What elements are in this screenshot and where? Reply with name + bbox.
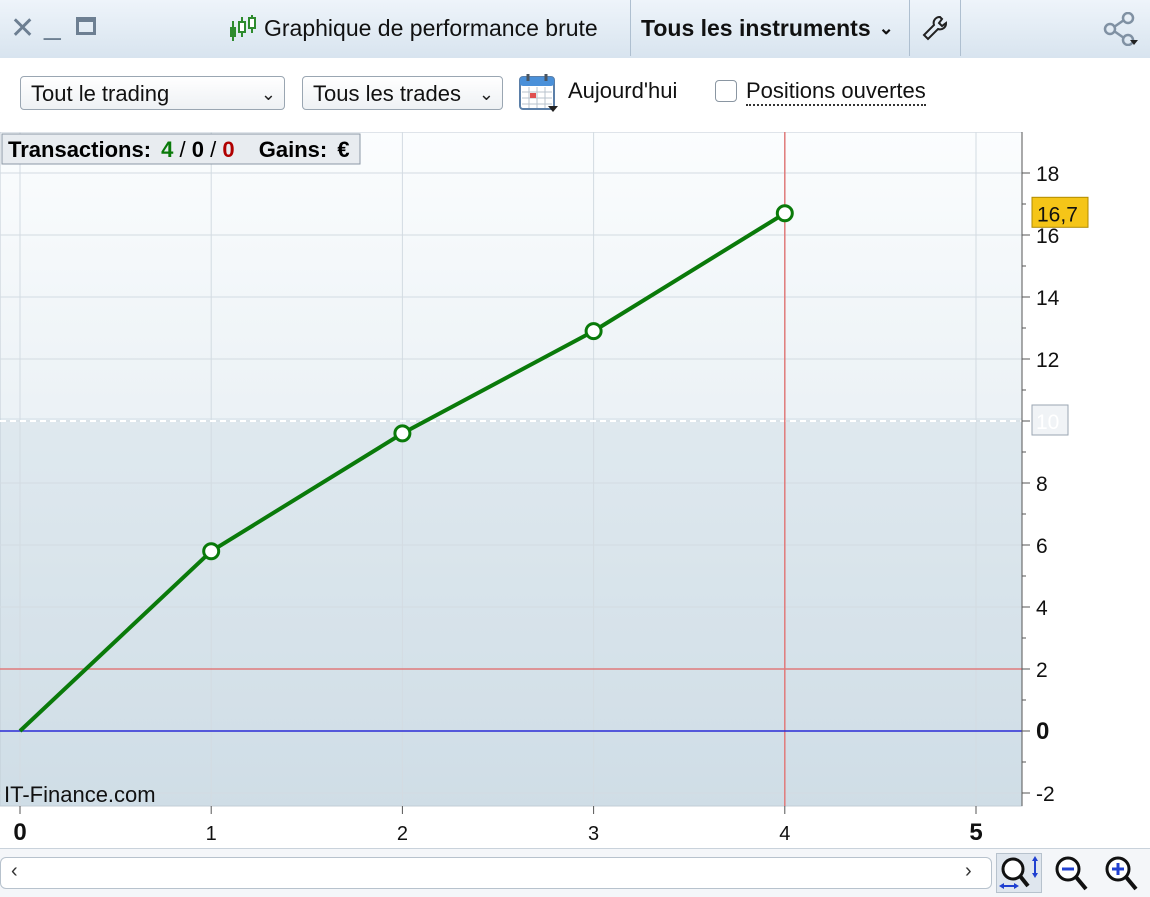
window-title-text: Graphique de performance brute — [264, 14, 598, 41]
trading-select-value: Tout le trading — [31, 81, 170, 106]
x-tick-label: 5 — [969, 819, 982, 846]
zoom-fit-button[interactable] — [996, 853, 1042, 893]
candlestick-icon — [230, 15, 256, 41]
data-point[interactable] — [584, 322, 603, 341]
close-icon[interactable]: ✕ — [10, 14, 35, 44]
filter-toolbar: Tout le trading ⌄ Tous les trades ⌄ Aujo… — [0, 58, 1150, 132]
share-icon[interactable] — [1102, 12, 1138, 46]
calendar-icon[interactable] — [518, 72, 560, 114]
y-tick-label: 18 — [1036, 163, 1059, 186]
y-tick-label: 0 — [1036, 718, 1049, 745]
window-title: Graphique de performance brute — [228, 0, 630, 56]
trades-select-value: Tous les trades — [313, 81, 461, 106]
x-tick-label: 0 — [13, 819, 26, 846]
trading-select[interactable]: Tout le trading ⌄ — [20, 76, 285, 110]
open-positions-checkbox[interactable] — [715, 80, 737, 102]
zoom-fit-icon — [999, 856, 1038, 889]
transactions-loss: 0 — [222, 137, 234, 162]
transactions-zero: 0 — [192, 137, 204, 162]
transactions-win: 4 — [161, 137, 174, 162]
instruments-dropdown[interactable]: Tous les instruments ⌄ — [630, 0, 910, 56]
chevron-down-icon: ⌄ — [478, 84, 494, 104]
minimize-icon[interactable]: _ — [44, 10, 61, 40]
date-label[interactable]: Aujourd'hui — [568, 78, 677, 104]
transactions-sep: / — [180, 137, 192, 162]
y-tick-label: 16 — [1036, 225, 1059, 248]
transactions-label: Transactions: — [8, 137, 151, 162]
bottom-bar: ‹ › — [0, 848, 1150, 897]
y-tick-label: 4 — [1036, 597, 1048, 620]
zoom-in-icon[interactable] — [1102, 853, 1142, 893]
wrench-icon — [922, 16, 947, 41]
open-positions-label[interactable]: Positions ouvertes — [746, 78, 926, 106]
y-tick-label: 2 — [1036, 659, 1048, 682]
performance-chart[interactable]: 012345 1816141286420-21016,7 Transaction… — [0, 132, 1150, 848]
y-axis: 18 16 14 12 8 6 4 2 0 -2 10 16,7 — [1021, 132, 1089, 806]
svg-text:Transactions: 4 /: Transactions: 4 / 0 / 0 Gains: € — [8, 137, 350, 162]
reference-value-label: 10 — [1036, 411, 1059, 434]
maximize-icon[interactable] — [76, 17, 96, 35]
x-tick-label: 4 — [779, 823, 790, 845]
last-value-label: 16,7 — [1037, 203, 1078, 226]
data-point[interactable] — [393, 424, 412, 443]
x-tick-label: 3 — [588, 823, 599, 845]
title-bar: ✕ _ Graphique de performance brute Tous … — [0, 0, 1150, 59]
plot-lower-shade — [0, 418, 1022, 806]
scroll-left-icon[interactable]: ‹ — [11, 860, 18, 883]
data-point[interactable] — [202, 542, 221, 561]
y-tick-label: -2 — [1036, 783, 1055, 806]
gains-label: Gains: — [259, 137, 327, 162]
transactions-sep: / — [210, 137, 222, 162]
chevron-down-icon: ⌄ — [260, 84, 276, 104]
y-tick-label: 14 — [1036, 287, 1060, 310]
horizontal-scrollbar[interactable]: ‹ › — [0, 857, 992, 889]
x-tick-label: 2 — [397, 823, 408, 845]
y-tick-label: 6 — [1036, 535, 1048, 558]
chevron-down-icon: ⌄ — [878, 17, 894, 38]
settings-button[interactable] — [910, 0, 961, 56]
trades-select[interactable]: Tous les trades ⌄ — [302, 76, 503, 110]
x-tick-label: 1 — [206, 823, 217, 845]
gains-value: € — [337, 137, 349, 162]
zoom-out-icon[interactable] — [1052, 853, 1092, 893]
instruments-label: Tous les instruments — [641, 14, 871, 41]
y-tick-label: 12 — [1036, 349, 1059, 372]
x-axis: 0 1 2 3 4 5 — [13, 806, 983, 846]
watermark: IT-Finance.com — [4, 782, 156, 807]
y-tick-label: 8 — [1036, 473, 1048, 496]
stats-box: Transactions: 4 / 0 / 0 Gains: € — [1, 133, 361, 165]
data-point[interactable] — [775, 204, 794, 223]
scroll-right-icon[interactable]: › — [965, 860, 972, 883]
